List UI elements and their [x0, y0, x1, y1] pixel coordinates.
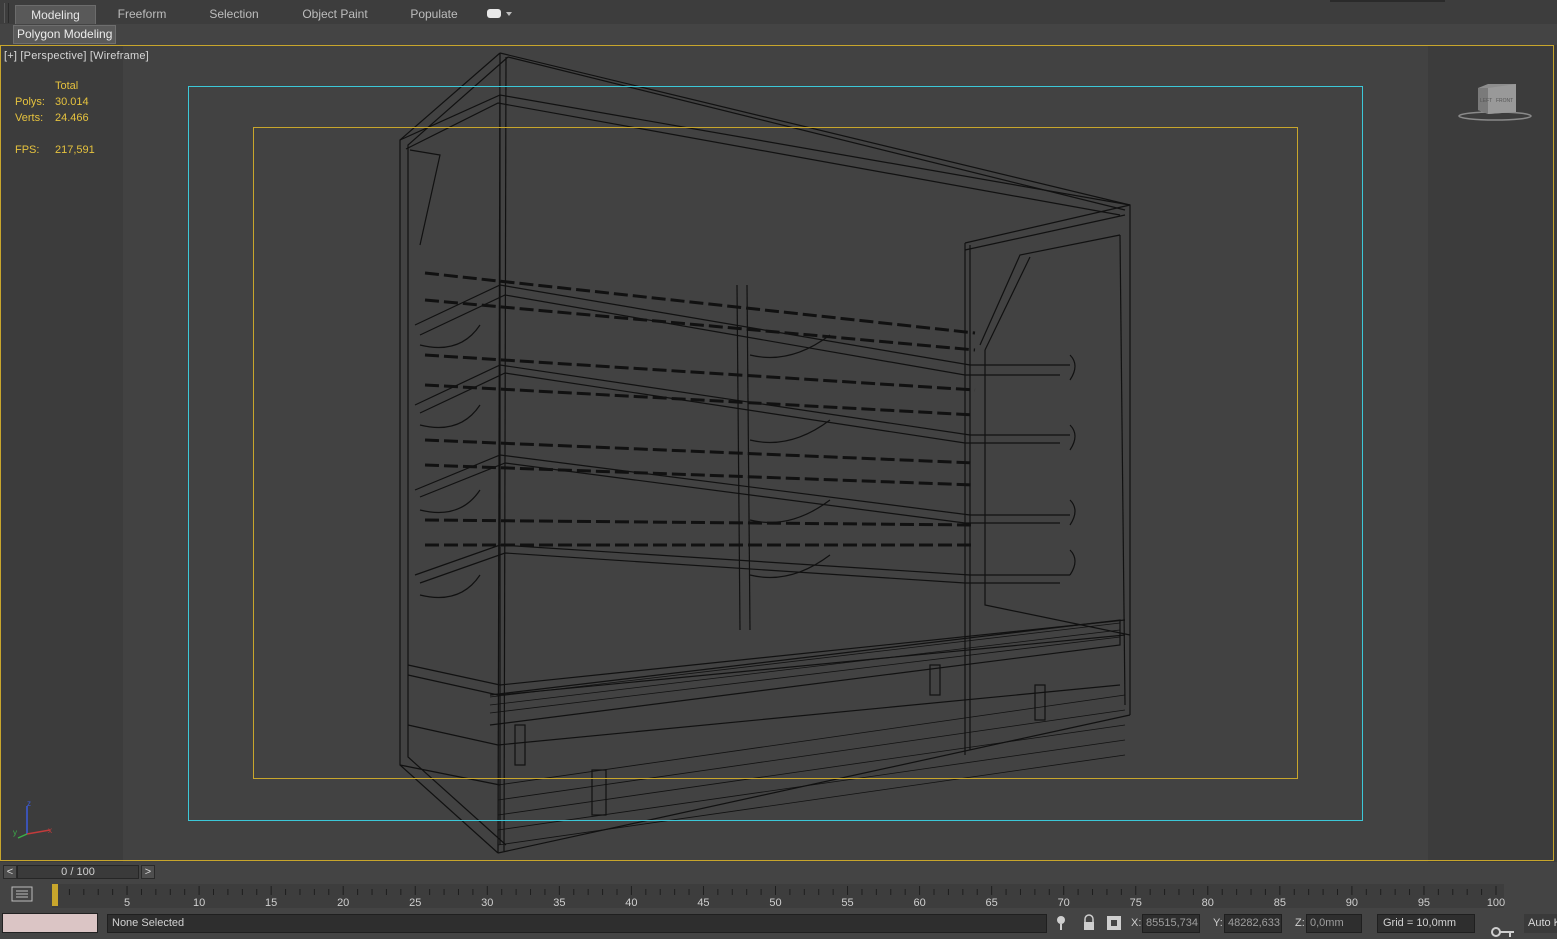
track-tick-label: 65 — [986, 897, 998, 909]
axis-y-label: y — [13, 828, 17, 837]
z-coord-label: Z: — [1295, 917, 1305, 929]
prev-frame-button[interactable]: < — [3, 865, 17, 879]
track-tick-label: 40 — [625, 897, 637, 909]
ribbon-divider — [1330, 0, 1445, 2]
auto-key-button[interactable]: Auto K — [1524, 914, 1557, 933]
current-frame-marker[interactable] — [52, 884, 58, 906]
stats-verts-label: Verts: — [15, 112, 44, 124]
viewport-menu-plus[interactable]: [+] — [4, 50, 17, 62]
viewport-menu-view[interactable]: [Perspective] — [20, 50, 86, 62]
panel-row — [0, 24, 1557, 44]
track-tick-label: 85 — [1274, 897, 1286, 909]
tab-object-paint[interactable]: Object Paint — [292, 5, 378, 23]
stats-header: Total — [55, 80, 79, 92]
track-tick-label: 30 — [481, 897, 493, 909]
track-tick-label: 100 — [1487, 897, 1505, 909]
time-slider-row — [0, 862, 1557, 882]
toggle-options-icon[interactable] — [487, 8, 513, 20]
stats-polys-value: 30.014 — [55, 96, 89, 108]
stats-verts-value: 24.466 — [55, 112, 89, 124]
absolute-mode-icon[interactable] — [1106, 914, 1122, 932]
tab-populate[interactable]: Populate — [400, 5, 468, 23]
track-tick-label: 75 — [1130, 897, 1142, 909]
track-tick-label: 90 — [1346, 897, 1358, 909]
track-tick-label: 25 — [409, 897, 421, 909]
isolate-icon[interactable] — [1055, 914, 1071, 932]
time-slider[interactable]: 0 / 100 — [17, 865, 139, 879]
tab-freeform[interactable]: Freeform — [106, 5, 178, 23]
track-tick-label: 80 — [1202, 897, 1214, 909]
maxscript-listener-swatch[interactable] — [2, 913, 98, 933]
track-tick-label: 10 — [193, 897, 205, 909]
x-coord-label: X: — [1131, 917, 1142, 929]
y-coord-label: Y: — [1213, 917, 1223, 929]
viewport-menu-shading[interactable]: [Wireframe] — [90, 50, 149, 62]
track-tick-label: 45 — [697, 897, 709, 909]
y-coord-field[interactable]: 48282,633 — [1224, 914, 1282, 933]
track-tick-label: 55 — [841, 897, 853, 909]
viewcube-left-face: LEFT — [1480, 98, 1492, 104]
mini-curve-editor-icon[interactable] — [10, 885, 34, 903]
axis-z-label: z — [27, 800, 31, 808]
track-tick-label: 35 — [553, 897, 565, 909]
track-bar-ticks: 0510152025303540455055606570758085909510… — [52, 884, 1505, 909]
stats-fps-label: FPS: — [15, 144, 40, 156]
viewcube-icon[interactable]: LEFT FRONT — [1458, 82, 1532, 122]
track-tick-label: 60 — [913, 897, 925, 909]
key-icon[interactable] — [1490, 922, 1516, 939]
panel-polygon-modeling[interactable]: Polygon Modeling — [13, 25, 117, 44]
track-tick-label: 15 — [265, 897, 277, 909]
track-tick-label: 95 — [1418, 897, 1430, 909]
stats-fps-value: 217,591 — [55, 144, 95, 156]
track-tick-label: 70 — [1058, 897, 1070, 909]
chevron-down-icon — [506, 12, 512, 16]
tab-modeling[interactable]: Modeling — [15, 5, 96, 24]
grid-size-display: Grid = 10,0mm — [1377, 914, 1475, 933]
toggle-pill — [487, 9, 501, 18]
viewport-label: [+] [Perspective] [Wireframe] — [4, 50, 149, 62]
lock-icon[interactable] — [1081, 914, 1097, 932]
axis-x-label: x — [48, 826, 52, 835]
selection-status: None Selected — [107, 914, 1047, 933]
stats-polys-label: Polys: — [15, 96, 45, 108]
track-tick-label: 50 — [769, 897, 781, 909]
track-tick-label: 5 — [124, 897, 130, 909]
tab-selection[interactable]: Selection — [198, 5, 270, 23]
track-tick-label: 20 — [337, 897, 349, 909]
x-coord-field[interactable]: 85515,734 — [1142, 914, 1200, 933]
safe-frame-inner — [253, 127, 1298, 779]
viewcube-front-face: FRONT — [1496, 98, 1513, 104]
axis-tripod-icon: z x y — [13, 800, 52, 839]
ribbon-grip[interactable] — [4, 3, 9, 23]
next-frame-button[interactable]: > — [141, 865, 155, 879]
z-coord-field[interactable]: 0,0mm — [1306, 914, 1362, 933]
